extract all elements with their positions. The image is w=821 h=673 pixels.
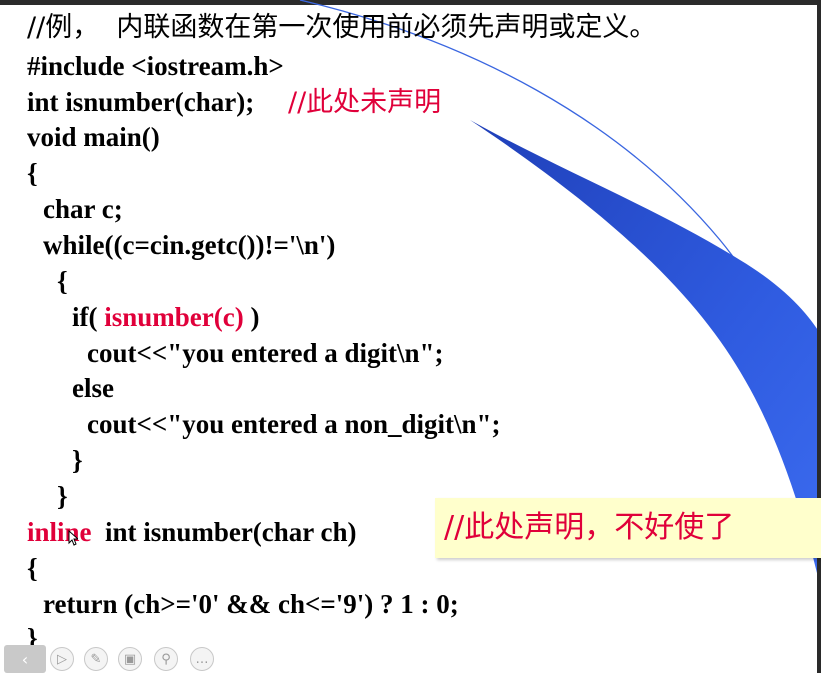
code-line-while: while((c=cin.getc())!='\n') [43, 230, 336, 260]
toolbar-next-button[interactable]: ▷ [50, 647, 74, 671]
toolbar-back-button[interactable]: ‹ [4, 645, 46, 673]
if-suffix: ) [243, 302, 260, 332]
code-line-cout-nondigit: cout<<"you entered a non_digit\n"; [87, 409, 501, 439]
inline-keyword: inline [27, 517, 92, 547]
code-line-main: void main() [27, 122, 160, 152]
code-line-if: if( isnumber(c) ) [72, 301, 259, 333]
code-line-declaration: int isnumber(char); //此处未声明 [27, 86, 441, 119]
callout-text: //此处声明，不好使了 [444, 510, 735, 545]
if-prefix: if( [72, 302, 105, 332]
code-line-def-open: { [27, 553, 38, 583]
toolbar-more-button[interactable]: … [190, 647, 214, 671]
window-right-border [817, 0, 821, 673]
inline-def-code: int isnumber(char ch) [91, 517, 357, 547]
code-line-else: else [72, 373, 114, 403]
back-arrow-icon: ‹ [21, 649, 29, 669]
declaration-comment: //此处未声明 [287, 87, 442, 118]
zoom-icon: ⚲ [161, 651, 171, 667]
code-line-include: #include <iostream.h> [27, 51, 284, 81]
toolbar-slides-button[interactable]: ▣ [118, 647, 142, 671]
code-line-return: return (ch>='0' && ch<='9') ? 1 : 0; [43, 589, 459, 619]
pen-icon: ✎ [90, 651, 102, 667]
code-line-main-close: } [57, 481, 68, 511]
slides-icon: ▣ [123, 651, 137, 667]
play-icon: ▷ [57, 651, 67, 667]
example-heading: //例， 内联函数在第一次使用前必须先声明或定义。 [27, 12, 657, 43]
toolbar-pen-button[interactable]: ✎ [84, 647, 108, 671]
code-line-while-open: { [57, 266, 68, 296]
more-icon: … [195, 651, 209, 667]
code-line-open-brace: { [27, 158, 38, 188]
code-line-while-close: } [72, 445, 83, 475]
declaration-code: int isnumber(char); [27, 87, 288, 117]
code-line-cout-digit: cout<<"you entered a digit\n"; [87, 338, 444, 368]
code-line-char-decl: char c; [43, 194, 123, 224]
slide: //例， 内联函数在第一次使用前必须先声明或定义。 #include <iost… [0, 0, 821, 673]
mouse-cursor-icon [68, 530, 78, 546]
isnumber-call: isnumber(c) [104, 302, 244, 332]
toolbar-zoom-button[interactable]: ⚲ [154, 647, 178, 671]
